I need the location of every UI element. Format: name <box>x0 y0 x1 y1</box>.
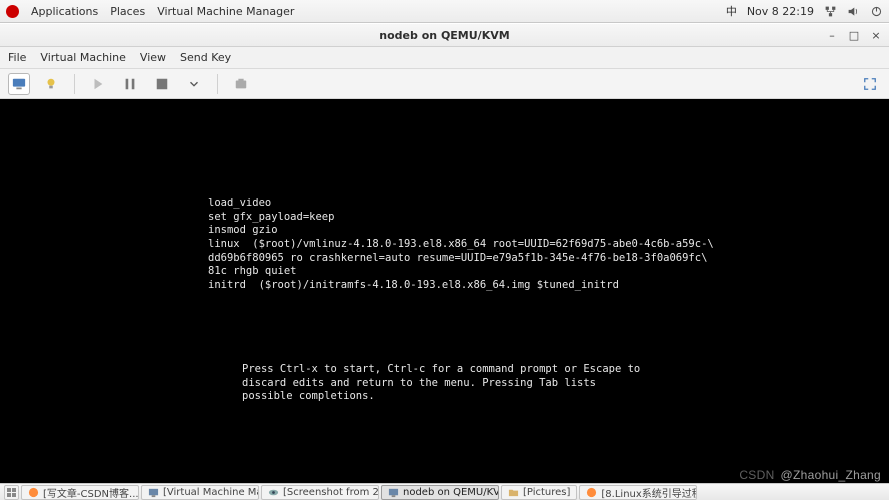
monitor-icon <box>12 77 26 91</box>
task-label: nodeb on QEMU/KVM <box>403 487 499 498</box>
task-label: [Virtual Machine Man... <box>163 487 259 498</box>
task-button-5[interactable]: [8.Linux系统引导过程... <box>579 485 697 500</box>
play-icon <box>91 77 105 91</box>
clock-label[interactable]: Nov 8 22:19 <box>747 5 814 18</box>
places-menu[interactable]: Places <box>110 5 145 18</box>
menu-send-key[interactable]: Send Key <box>180 51 231 64</box>
task-button-4[interactable]: [Pictures] <box>501 485 577 500</box>
eye-icon <box>268 487 279 498</box>
bulb-icon <box>44 77 58 91</box>
menu-file[interactable]: File <box>8 51 26 64</box>
run-button[interactable] <box>87 73 109 95</box>
watermark-site: CSDN <box>739 468 774 482</box>
window-minimize-button[interactable]: – <box>825 28 839 42</box>
window-maximize-button[interactable]: □ <box>847 28 861 42</box>
details-view-button[interactable] <box>40 73 62 95</box>
chevron-down-icon <box>187 77 201 91</box>
vmm-app-menu[interactable]: Virtual Machine Manager <box>157 5 294 18</box>
app-menubar: File Virtual Machine View Send Key <box>0 47 889 69</box>
vm-console[interactable]: load_video set gfx_payload=keep insmod g… <box>0 99 889 483</box>
vmm-icon <box>388 487 399 498</box>
task-button-1[interactable]: [Virtual Machine Man... <box>141 485 259 500</box>
task-button-3[interactable]: nodeb on QEMU/KVM <box>381 485 499 500</box>
firefox-icon <box>28 487 39 498</box>
toolbar-separator <box>74 74 75 94</box>
snapshot-button[interactable] <box>230 73 252 95</box>
redhat-logo-icon <box>6 5 19 18</box>
window-title: nodeb on QEMU/KVM <box>0 29 889 42</box>
task-label: [写文章-CSDN博客... <box>43 485 139 500</box>
shutdown-menu-button[interactable] <box>183 73 205 95</box>
watermark: CSDN @Zhaohui_Zhang <box>739 468 881 482</box>
gnome-taskbar: [写文章-CSDN博客... [Virtual Machine Man... [Sc… <box>0 483 889 500</box>
gnome-top-panel: Applications Places Virtual Machine Mana… <box>0 0 889 23</box>
window-close-button[interactable]: × <box>869 28 883 42</box>
input-method-indicator[interactable]: 中 <box>726 3 737 19</box>
fullscreen-icon <box>863 77 877 91</box>
vmm-icon <box>148 487 159 498</box>
snapshot-icon <box>234 77 248 91</box>
task-button-2[interactable]: [Screenshot from 20... <box>261 485 379 500</box>
menu-virtual-machine[interactable]: Virtual Machine <box>40 51 126 64</box>
console-view-button[interactable] <box>8 73 30 95</box>
grub-edit-block: load_video set gfx_payload=keep insmod g… <box>208 197 714 292</box>
workspace-icon <box>7 488 16 497</box>
stop-icon <box>155 77 169 91</box>
volume-icon[interactable] <box>847 5 860 18</box>
toolbar-separator <box>217 74 218 94</box>
app-toolbar <box>0 69 889 99</box>
applications-menu[interactable]: Applications <box>31 5 98 18</box>
firefox-icon <box>586 487 597 498</box>
menu-view[interactable]: View <box>140 51 166 64</box>
folder-icon <box>508 487 519 498</box>
task-label: [Screenshot from 20... <box>283 487 379 498</box>
task-button-0[interactable]: [写文章-CSDN博客... <box>21 485 139 500</box>
task-label: [Pictures] <box>523 487 570 498</box>
workspace-switcher[interactable] <box>4 485 19 500</box>
network-icon[interactable] <box>824 5 837 18</box>
window-titlebar[interactable]: nodeb on QEMU/KVM – □ × <box>0 23 889 47</box>
pause-button[interactable] <box>119 73 141 95</box>
watermark-author: @Zhaohui_Zhang <box>781 468 881 482</box>
power-icon[interactable] <box>870 5 883 18</box>
pause-icon <box>123 77 137 91</box>
shutdown-button[interactable] <box>151 73 173 95</box>
task-label: [8.Linux系统引导过程... <box>601 485 697 500</box>
fullscreen-button[interactable] <box>859 73 881 95</box>
grub-help-block: Press Ctrl-x to start, Ctrl-c for a comm… <box>242 363 640 404</box>
